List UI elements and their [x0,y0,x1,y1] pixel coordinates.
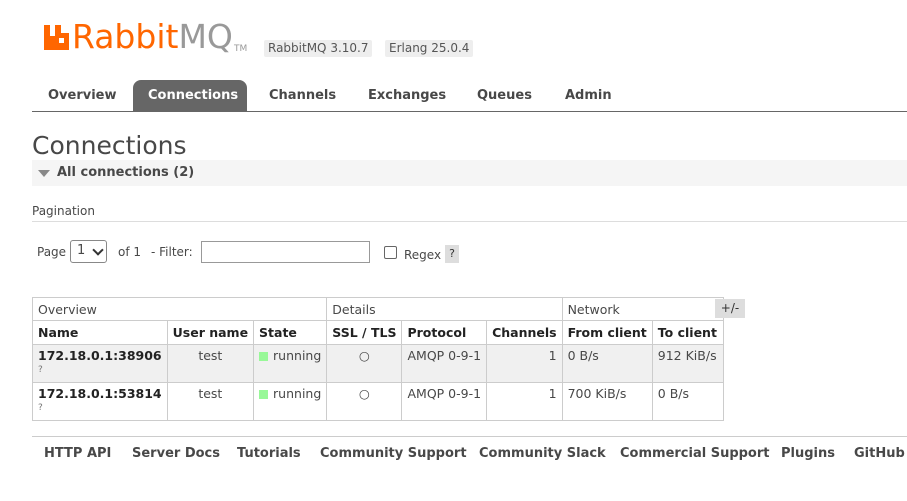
tabs-divider [32,111,907,112]
running-status-icon [259,390,269,399]
from-client-cell: 700 KiB/s [561,382,653,421]
pagination-divider [32,221,907,222]
table-row: 172.18.0.1:53814 ? test running ○ AMQP 0… [32,382,724,421]
tab-connections[interactable]: Connections [133,80,247,111]
collapse-triangle-icon[interactable] [38,170,50,177]
running-status-icon [259,352,269,361]
chevron-down-icon [92,244,104,256]
footer-link-community-support[interactable]: Community Support [320,446,467,461]
footer-link-github[interactable]: GitHub [854,446,905,461]
col-header-user[interactable]: User name [166,320,255,345]
state-text: running [273,386,322,401]
connection-cell[interactable]: 172.18.0.1:38906 ? [32,344,168,383]
channels-cell: 1 [486,382,563,421]
group-header-details: Details [326,297,563,321]
col-header-ssl[interactable]: SSL / TLS [326,320,403,345]
rabbitmq-logo-icon [44,25,69,50]
page-select[interactable]: 1 [70,240,107,263]
logo-wordmark: RabbitMQ [72,17,233,56]
from-client-cell: 0 B/s [561,344,653,383]
protocol-cell: AMQP 0-9-1 [401,344,488,383]
filter-input[interactable] [201,241,370,263]
col-header-channels[interactable]: Channels [486,320,563,345]
protocol-cell: AMQP 0-9-1 [401,382,488,421]
tab-channels[interactable]: Channels [254,80,351,111]
regex-help-button[interactable]: ? [445,245,459,263]
page-title: Connections [32,131,187,160]
col-header-to-client[interactable]: To client [651,320,724,345]
footer-divider [32,436,907,437]
filter-label: - Filter: [151,245,193,259]
connection-hint: ? [38,403,43,413]
col-header-name[interactable]: Name [32,320,168,345]
connection-name-link[interactable]: 172.18.0.1:38906 [38,348,162,363]
erlang-version-badge: Erlang 25.0.4 [385,40,474,57]
footer-link-plugins[interactable]: Plugins [781,446,835,461]
page-select-value: 1 [77,243,86,258]
connection-name-link[interactable]: 172.18.0.1:53814 [38,386,162,401]
to-client-cell: 0 B/s [651,382,724,421]
tab-exchanges[interactable]: Exchanges [353,80,461,111]
section-label[interactable]: All connections (2) [57,165,194,180]
user-name-cell: test [166,382,255,421]
connections-table: Overview Details Network Name User name … [31,297,724,421]
ssl-cell: ○ [326,382,403,421]
footer-link-http-api[interactable]: HTTP API [44,446,111,461]
footer-link-tutorials[interactable]: Tutorials [237,446,301,461]
user-name-cell: test [166,344,255,383]
regex-checkbox[interactable] [384,246,397,259]
tab-admin[interactable]: Admin [550,80,627,111]
tab-queues[interactable]: Queues [462,80,547,111]
rabbitmq-version-badge: RabbitMQ 3.10.7 [264,40,373,57]
footer-link-community-slack[interactable]: Community Slack [479,446,606,461]
channels-cell: 1 [486,344,563,383]
connection-cell[interactable]: 172.18.0.1:53814 ? [32,382,168,421]
columns-toggle-button[interactable]: +/- [715,299,745,318]
col-header-protocol[interactable]: Protocol [401,320,488,345]
footer-link-commercial-support[interactable]: Commercial Support [620,446,770,461]
page-count-label: of 1 [118,245,142,259]
state-text: running [273,348,322,363]
connection-hint: ? [38,365,43,375]
group-header-overview: Overview [31,297,328,321]
state-cell: running [253,382,328,421]
table-row: 172.18.0.1:38906 ? test running ○ AMQP 0… [32,344,724,383]
col-header-state[interactable]: State [253,320,328,345]
page-label: Page [37,245,67,259]
tab-overview[interactable]: Overview [33,80,132,111]
state-cell: running [253,344,328,383]
ssl-cell: ○ [326,344,403,383]
logo-trademark: TM [234,44,248,54]
regex-label: Regex [404,248,442,262]
col-header-from-client[interactable]: From client [561,320,653,345]
pagination-label: Pagination [32,204,95,218]
to-client-cell: 912 KiB/s [651,344,724,383]
group-header-network: Network [561,297,724,321]
footer-link-server-docs[interactable]: Server Docs [132,446,220,461]
